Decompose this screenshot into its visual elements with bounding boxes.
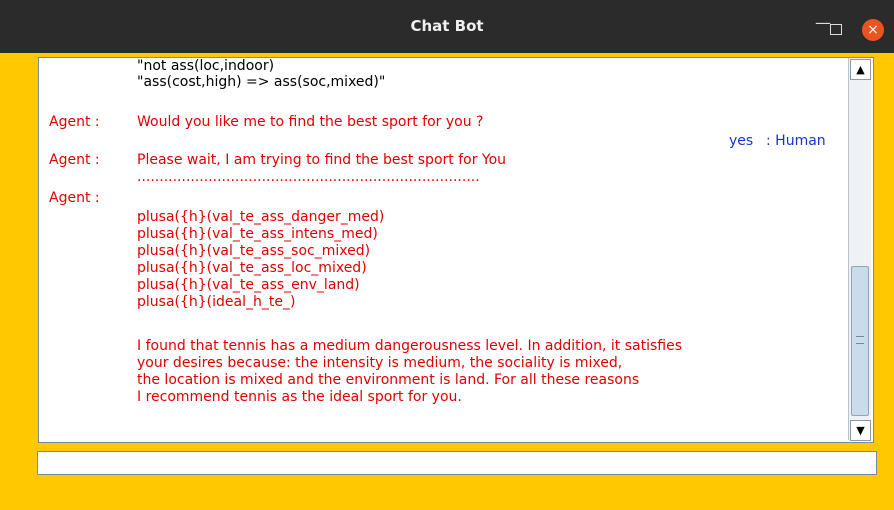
agent-conclusion-2: your desires because: the intensity is m… <box>137 355 623 371</box>
chat-transcript[interactable]: "not ass(loc,indoor) "ass(cost,high) => … <box>38 57 874 443</box>
chat-line-1: "not ass(loc,indoor) <box>137 58 275 74</box>
agent-fact-3: plusa({h}(val_te_ass_soc_mixed) <box>137 243 371 259</box>
grip-icon <box>856 336 864 344</box>
speaker-agent-3: Agent : <box>49 190 100 206</box>
agent-fact-2: plusa({h}(val_te_ass_intens_med) <box>137 226 378 242</box>
agent-fact-4: plusa({h}(val_te_ass_loc_mixed) <box>137 260 367 276</box>
window-title: Chat Bot <box>410 17 484 35</box>
human-message-1: yes <box>729 133 754 149</box>
agent-conclusion-1: I found that tennis has a medium dangero… <box>137 338 682 354</box>
close-icon[interactable]: × <box>862 19 884 41</box>
agent-message-1: Would you like me to find the best sport… <box>137 114 484 130</box>
chat-line-2: "ass(cost,high) => ass(soc,mixed)" <box>137 74 386 90</box>
maximize-icon[interactable] <box>830 24 842 35</box>
scroll-down-icon[interactable]: ▼ <box>850 420 871 441</box>
agent-fact-5: plusa({h}(val_te_ass_env_land) <box>137 277 360 293</box>
agent-dots: ........................................… <box>137 169 480 185</box>
agent-message-2: Please wait, I am trying to find the bes… <box>137 152 507 168</box>
scroll-up-icon[interactable]: ▲ <box>850 59 871 80</box>
title-bar: Chat Bot — × <box>0 0 894 53</box>
speaker-agent-1: Agent : <box>49 114 100 130</box>
speaker-human-1: : Human <box>766 133 826 149</box>
message-input[interactable] <box>37 451 877 475</box>
scrollbar-thumb[interactable] <box>851 266 869 416</box>
agent-conclusion-4: I recommend tennis as the ideal sport fo… <box>137 389 462 405</box>
agent-conclusion-3: the location is mixed and the environmen… <box>137 372 640 388</box>
agent-fact-6: plusa({h}(ideal_h_te_) <box>137 294 296 310</box>
agent-fact-1: plusa({h}(val_te_ass_danger_med) <box>137 209 385 225</box>
speaker-agent-2: Agent : <box>49 152 100 168</box>
